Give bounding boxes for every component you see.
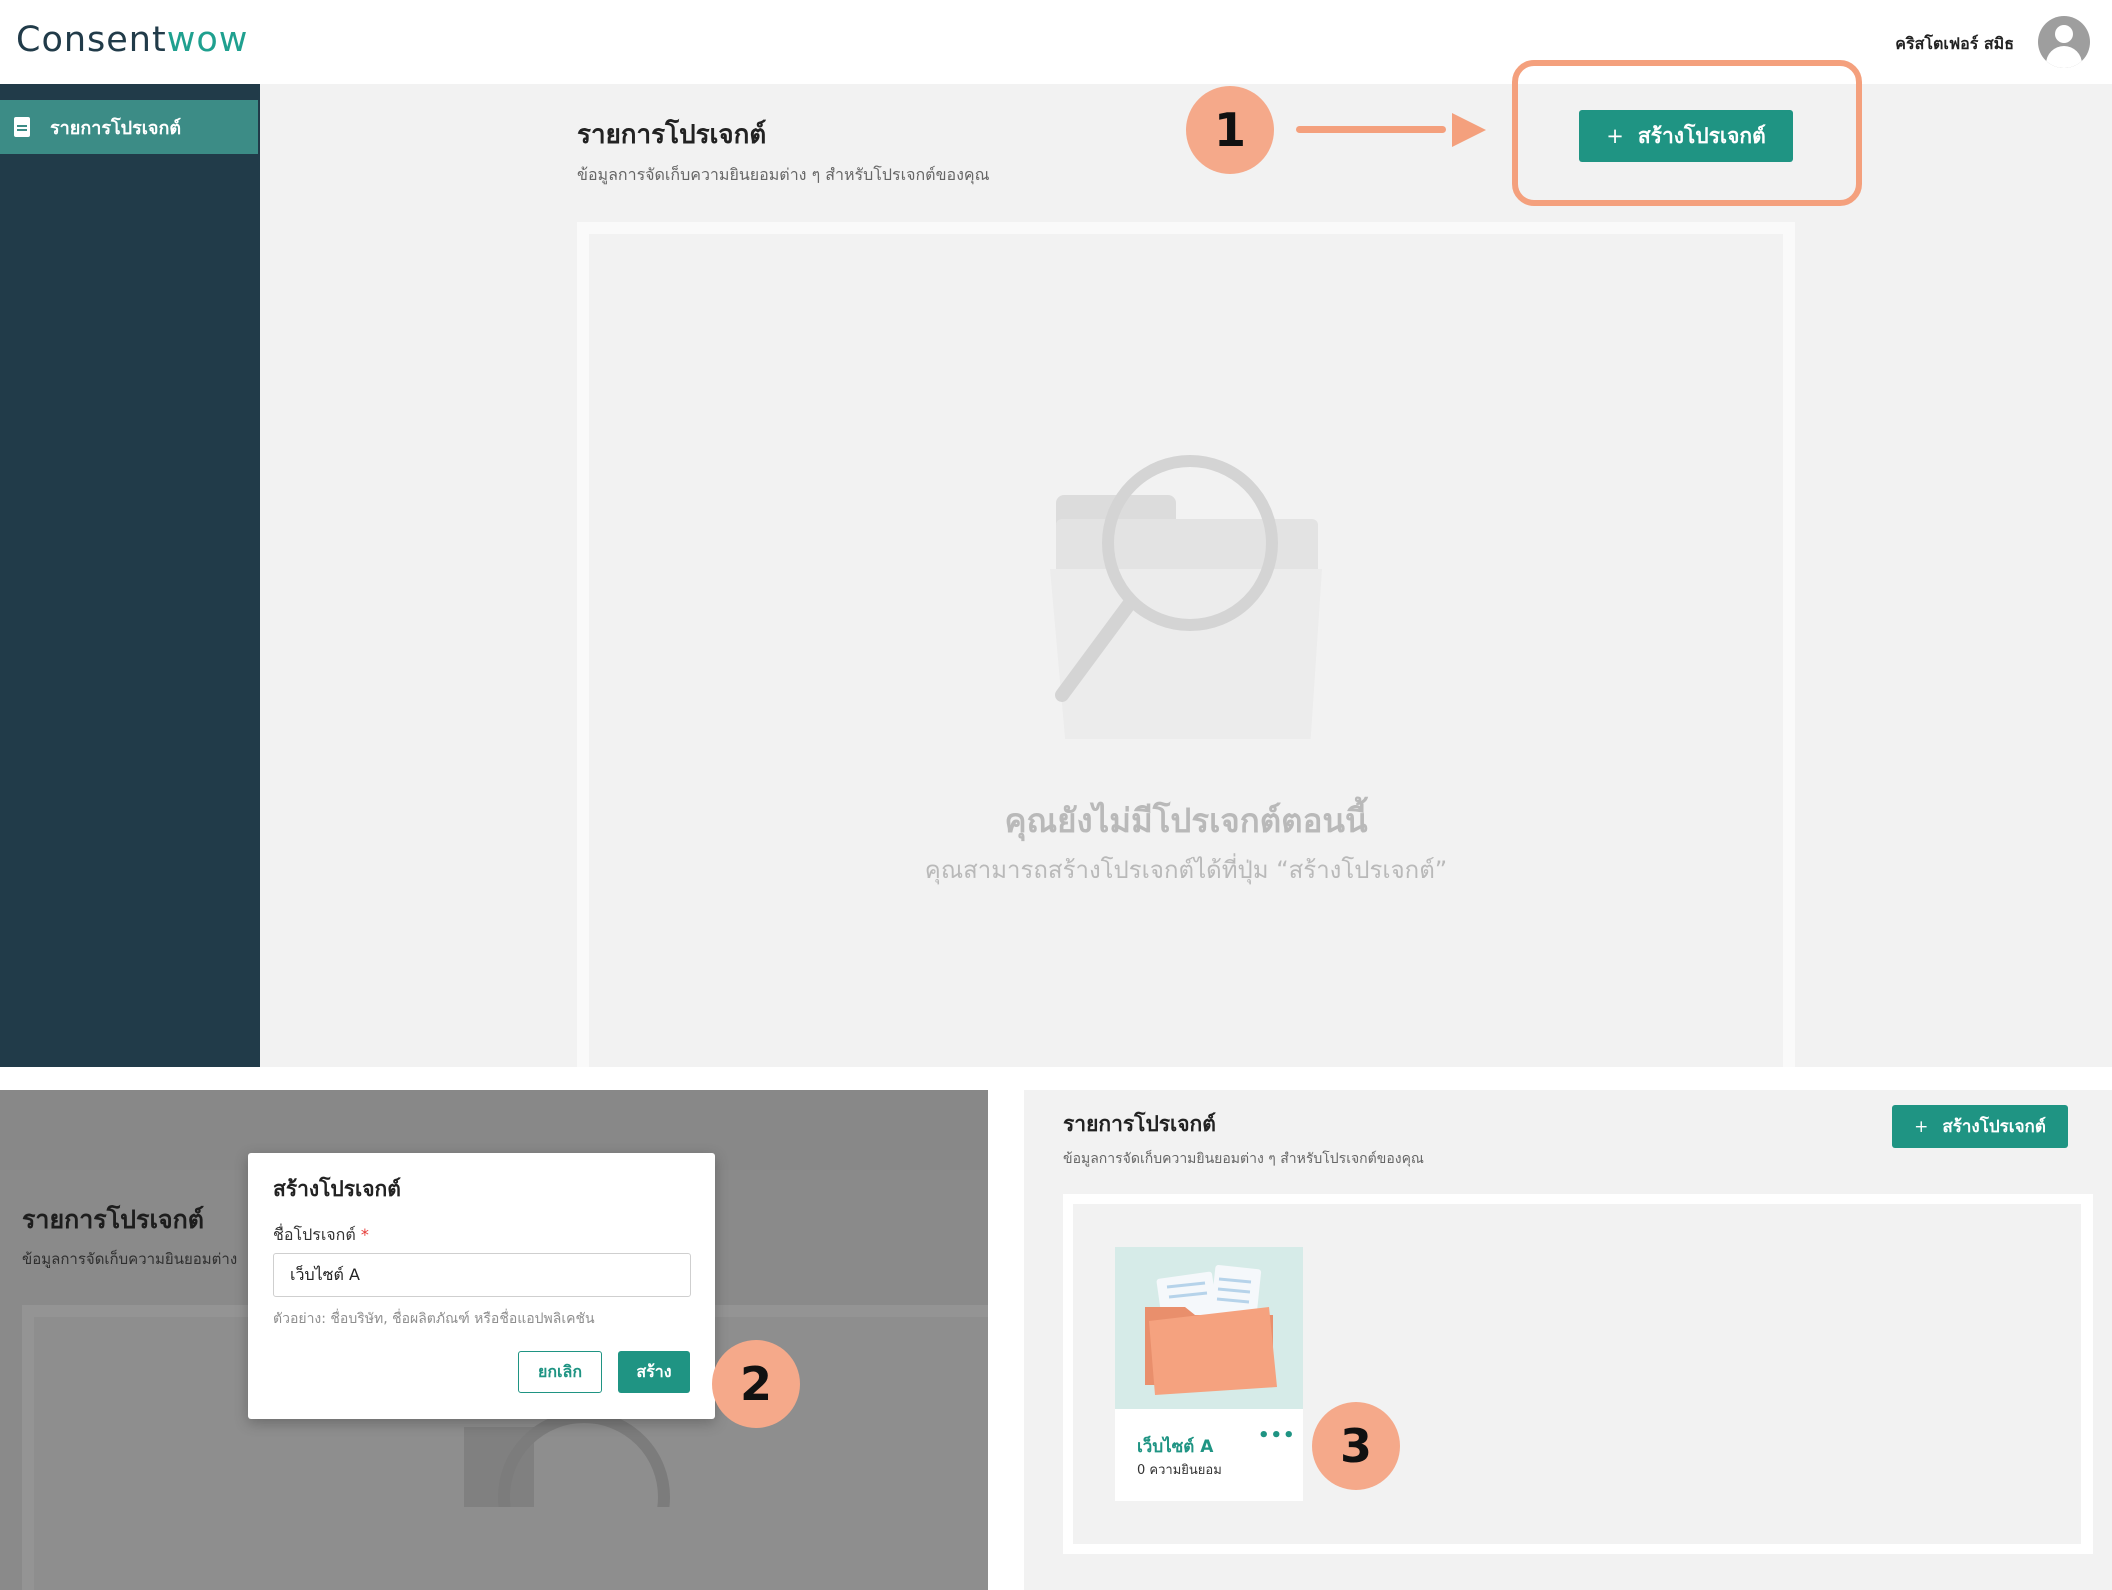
- project-card[interactable]: เว็บไซต์ A 0 ความยินยอม •••: [1115, 1247, 1303, 1501]
- project-name-hint: ตัวอย่าง: ชื่อบริษัท, ชื่อผลิตภัณฑ์ หรือ…: [273, 1311, 595, 1327]
- sidebar-item-projects[interactable]: รายการโปรเจกต์: [0, 100, 258, 154]
- create-project-label: สร้างโปรเจกต์: [1637, 123, 1766, 148]
- empty-state-subtitle: คุณสามารถสร้างโปรเจกต์ได้ที่ปุ่ม “สร้างโ…: [924, 856, 1448, 884]
- step-badge-2: 2: [712, 1340, 800, 1428]
- page-subtitle: ข้อมูลการจัดเก็บความยินยอมต่าง ๆ สำหรับโ…: [577, 165, 990, 184]
- sidebar: รายการโปรเจกต์: [0, 84, 260, 1067]
- arrow-head-icon: [1452, 113, 1486, 147]
- empty-state: คุณยังไม่มีโปรเจกต์ตอนนี้ คุณสามารถสร้าง…: [589, 234, 1783, 1067]
- create-project-modal-screen: รายการโปรเจกต์ ข้อมูลการจัดเก็บความยินยอ…: [0, 1090, 988, 1590]
- result-create-project-button[interactable]: + สร้างโปรเจกต์: [1892, 1105, 2068, 1148]
- plus-icon: +: [1914, 1116, 1929, 1137]
- project-name[interactable]: เว็บไซต์ A: [1137, 1433, 1213, 1460]
- required-mark: *: [360, 1225, 369, 1244]
- empty-folder-search-icon: [1050, 455, 1322, 739]
- user-avatar-icon[interactable]: [2038, 16, 2090, 68]
- step-badge-3: 3: [1312, 1402, 1400, 1490]
- result-page-title: รายการโปรเจกต์: [1063, 1112, 1216, 1136]
- folder-documents-icon: [1115, 1247, 1303, 1409]
- plus-icon: +: [1606, 124, 1624, 148]
- project-list-container: คุณยังไม่มีโปรเจกต์ตอนนี้ คุณสามารถสร้าง…: [577, 222, 1795, 1067]
- logo-suffix: wow: [166, 20, 249, 60]
- project-name-value: เว็บไซต์ A: [290, 1264, 360, 1284]
- dimmed-page-title: รายการโปรเจกต์: [22, 1205, 205, 1234]
- cancel-button[interactable]: ยกเลิก: [518, 1351, 602, 1393]
- arrow-icon: [1296, 126, 1446, 133]
- main-screen-empty: Consentwow คริสโตเฟอร์ สมิธ รายการโปรเจก…: [0, 0, 2112, 1067]
- page-title: รายการโปรเจกต์: [577, 120, 767, 150]
- create-button[interactable]: สร้าง: [618, 1351, 690, 1393]
- empty-state-title: คุณยังไม่มีโปรเจกต์ตอนนี้: [1004, 801, 1368, 840]
- consentwow-logo[interactable]: Consentwow: [16, 20, 248, 60]
- project-name-input[interactable]: เว็บไซต์ A: [273, 1253, 691, 1297]
- step-badge-1: 1: [1186, 86, 1274, 174]
- logo-prefix: Consent: [16, 20, 167, 60]
- consent-count: 0 ความยินยอม: [1137, 1463, 1222, 1478]
- dimmed-page-subtitle: ข้อมูลการจัดเก็บความยินยอมต่าง: [22, 1250, 238, 1268]
- sidebar-item-label: รายการโปรเจกต์: [50, 117, 182, 139]
- project-created-screen: รายการโปรเจกต์ ข้อมูลการจัดเก็บความยินยอ…: [1024, 1090, 2112, 1590]
- document-icon: [14, 117, 30, 137]
- result-page-subtitle: ข้อมูลการจัดเก็บความยินยอมต่าง ๆ สำหรับโ…: [1063, 1151, 1424, 1167]
- create-project-modal: สร้างโปรเจกต์ ชื่อโปรเจกต์ * เว็บไซต์ A …: [248, 1153, 715, 1419]
- project-name-label: ชื่อโปรเจกต์ *: [273, 1225, 369, 1244]
- modal-title: สร้างโปรเจกต์: [273, 1177, 401, 1201]
- create-project-button[interactable]: + สร้างโปรเจกต์: [1579, 110, 1793, 162]
- user-name[interactable]: คริสโตเฟอร์ สมิธ: [1895, 32, 2014, 57]
- more-options-icon[interactable]: •••: [1258, 1425, 1296, 1446]
- result-create-project-label: สร้างโปรเจกต์: [1942, 1117, 2046, 1137]
